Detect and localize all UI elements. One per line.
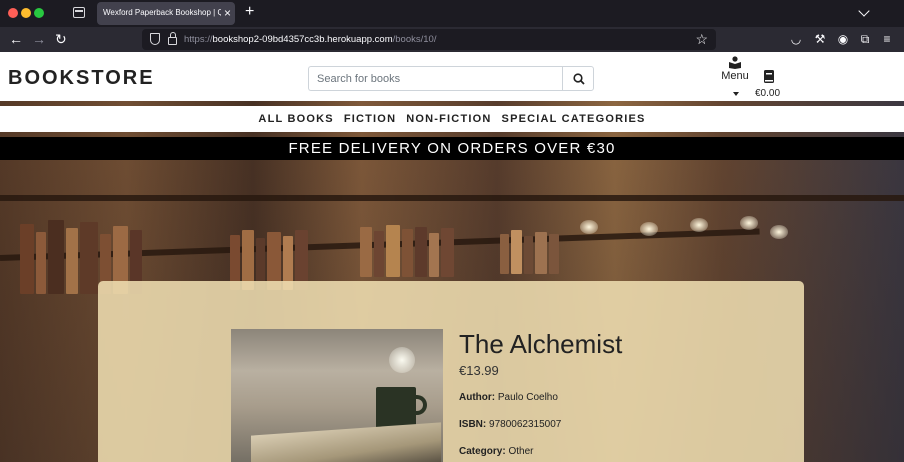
pocket-icon[interactable]: ◡ xyxy=(788,31,804,47)
close-window-button[interactable] xyxy=(8,8,18,18)
nav-link-non-fiction[interactable]: NON-FICTION xyxy=(406,113,491,125)
url-text[interactable]: https://bookshop2-09bd4357cc3b.herokuapp… xyxy=(184,34,436,45)
book-author: Author: Paulo Coelho xyxy=(459,392,558,403)
forward-arrow-icon[interactable]: → xyxy=(32,31,46,47)
search-button[interactable] xyxy=(562,66,594,91)
site-logo[interactable]: BOOKSTORE xyxy=(8,67,155,90)
web-page: BOOKSTORE Menu €0.00 ALL BOOKS xyxy=(0,52,904,462)
extensions-icon[interactable]: ⧉ xyxy=(857,31,873,47)
new-tab-icon[interactable]: + xyxy=(245,4,254,20)
account-icon[interactable]: ◉ xyxy=(835,31,851,47)
book-title: The Alchemist xyxy=(459,329,623,359)
menu-label: Menu xyxy=(721,70,749,82)
book-isbn: ISBN: 9780062315007 xyxy=(459,419,562,430)
maximize-window-button[interactable] xyxy=(34,8,44,18)
search-icon xyxy=(573,73,585,85)
tab-list-icon[interactable] xyxy=(73,7,85,18)
reload-icon[interactable]: ↻ xyxy=(55,31,67,47)
book-reader-icon xyxy=(729,56,741,69)
nav-link-fiction[interactable]: FICTION xyxy=(344,113,396,125)
wrench-icon[interactable]: ⚒ xyxy=(812,31,828,47)
promo-banner: FREE DELIVERY ON ORDERS OVER €30 xyxy=(0,137,904,160)
chevron-down-icon[interactable] xyxy=(858,5,870,17)
browser-tab-bar: Wexford Paperback Bookshop | Qua × + xyxy=(0,0,904,27)
back-arrow-icon[interactable]: ← xyxy=(9,31,23,47)
book-cover-image xyxy=(231,329,443,462)
url-bar[interactable]: https://bookshop2-09bd4357cc3b.herokuapp… xyxy=(142,29,716,50)
minimize-window-button[interactable] xyxy=(21,8,31,18)
nav-link-all-books[interactable]: ALL BOOKS xyxy=(258,113,333,125)
shield-icon[interactable] xyxy=(150,33,160,45)
bag-total[interactable]: €0.00 xyxy=(755,88,780,99)
close-tab-icon[interactable]: × xyxy=(224,6,231,20)
tab-title: Wexford Paperback Bookshop | Qua xyxy=(103,8,221,17)
book-icon xyxy=(764,70,774,83)
hamburger-menu-icon[interactable]: ≡ xyxy=(879,31,895,47)
caret-down-icon xyxy=(733,92,739,96)
book-price: €13.99 xyxy=(459,363,499,378)
book-details: The Alchemist €13.99 Author: Paulo Coelh… xyxy=(459,329,789,462)
category-nav: ALL BOOKS FICTION NON-FICTION SPECIAL CA… xyxy=(0,106,904,132)
browser-tab-active[interactable]: Wexford Paperback Bookshop | Qua × xyxy=(97,2,235,25)
book-category: Category: Other xyxy=(459,446,534,457)
site-header: BOOKSTORE Menu €0.00 xyxy=(0,52,904,101)
nav-link-special-categories[interactable]: SPECIAL CATEGORIES xyxy=(502,113,646,125)
browser-nav-bar: ← → ↻ https://bookshop2-09bd4357cc3b.her… xyxy=(0,27,904,52)
book-detail-card: The Alchemist €13.99 Author: Paulo Coelh… xyxy=(98,281,804,462)
search-input[interactable] xyxy=(308,66,563,91)
menu-dropdown-toggle[interactable]: Menu xyxy=(720,56,750,96)
lock-icon[interactable] xyxy=(168,32,177,45)
bookmark-star-icon[interactable]: ☆ xyxy=(695,31,708,47)
